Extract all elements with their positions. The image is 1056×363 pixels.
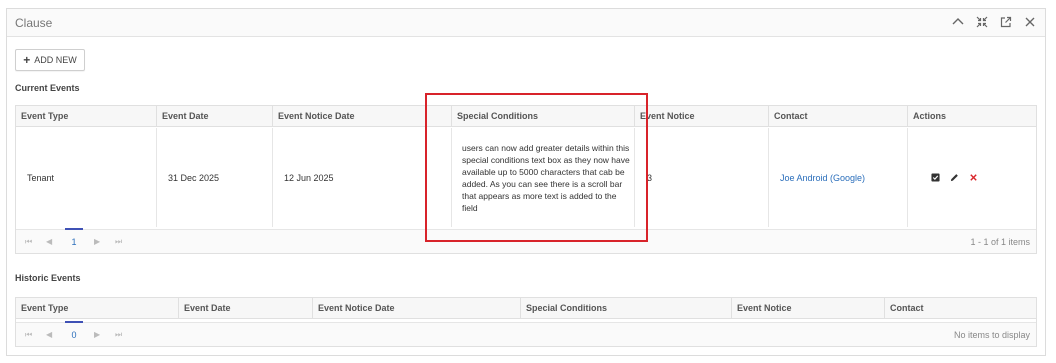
collapse-arrows-icon[interactable] bbox=[975, 15, 989, 29]
add-new-label: ADD NEW bbox=[34, 55, 77, 65]
page-number[interactable]: 0 bbox=[66, 323, 82, 347]
col-actions: Actions bbox=[907, 106, 1037, 127]
col-event-date[interactable]: Event Date bbox=[156, 106, 272, 127]
current-events-title: Current Events bbox=[15, 83, 80, 93]
open-external-icon[interactable] bbox=[999, 15, 1013, 29]
plus-icon: + bbox=[23, 53, 31, 67]
close-icon[interactable] bbox=[1023, 15, 1037, 29]
cell-actions bbox=[907, 128, 1037, 227]
col-event-notice-date[interactable]: Event Notice Date bbox=[272, 106, 439, 127]
special-conditions-text: users can now add greater details within… bbox=[462, 142, 630, 213]
pager-info: 1 - 1 of 1 items bbox=[970, 237, 1030, 247]
add-new-button[interactable]: + ADD NEW bbox=[15, 49, 85, 71]
clause-panel: Clause + ADD NEW Current Events Event Ty… bbox=[6, 8, 1046, 356]
col-special-conditions[interactable]: Special Conditions bbox=[520, 298, 731, 319]
panel-header-icons bbox=[951, 15, 1037, 29]
col-event-notice[interactable]: Event Notice bbox=[634, 106, 768, 127]
pencil-icon[interactable] bbox=[950, 173, 960, 183]
cell-special-conditions[interactable]: users can now add greater details within… bbox=[451, 128, 634, 227]
cell-event-notice-date: 12 Jun 2025 bbox=[272, 128, 451, 227]
current-events-pager: ⏮ ◀ 1 ▶ ⏭ 1 - 1 of 1 items bbox=[16, 228, 1036, 254]
first-page-icon[interactable]: ⏮ bbox=[25, 323, 32, 347]
current-events-header: Event Type Event Date Event Notice Date … bbox=[16, 106, 1036, 127]
prev-page-icon[interactable]: ◀ bbox=[46, 323, 52, 347]
cell-contact-link[interactable]: Joe Android (Google) bbox=[768, 128, 907, 227]
last-page-icon[interactable]: ⏭ bbox=[115, 323, 122, 347]
col-contact[interactable]: Contact bbox=[884, 298, 1037, 319]
page-indicator bbox=[65, 321, 83, 323]
col-event-notice[interactable]: Event Notice bbox=[731, 298, 884, 319]
cell-event-date: 31 Dec 2025 bbox=[156, 128, 272, 227]
page-number[interactable]: 1 bbox=[66, 230, 82, 254]
historic-events-header: Event Type Event Date Event Notice Date … bbox=[16, 298, 1036, 319]
prev-page-icon[interactable]: ◀ bbox=[46, 230, 52, 254]
col-contact[interactable]: Contact bbox=[768, 106, 907, 127]
col-event-type[interactable]: Event Type bbox=[16, 106, 156, 127]
chevron-up-icon[interactable] bbox=[951, 15, 965, 29]
next-page-icon[interactable]: ▶ bbox=[94, 230, 100, 254]
first-page-icon[interactable]: ⏮ bbox=[25, 230, 32, 254]
pager-info: No items to display bbox=[953, 330, 1030, 340]
table-row[interactable]: Tenant 31 Dec 2025 12 Jun 2025 users can… bbox=[16, 128, 1036, 227]
cell-event-type: Tenant bbox=[27, 172, 55, 183]
historic-events-pager: ⏮ ◀ 0 ▶ ⏭ No items to display bbox=[16, 321, 1036, 347]
last-page-icon[interactable]: ⏭ bbox=[115, 230, 122, 254]
historic-events-grid: Event Type Event Date Event Notice Date … bbox=[15, 297, 1037, 347]
col-event-notice-date[interactable]: Event Notice Date bbox=[312, 298, 520, 319]
checkbox-icon[interactable] bbox=[931, 172, 941, 183]
panel-header: Clause bbox=[7, 9, 1045, 37]
col-event-type[interactable]: Event Type bbox=[16, 298, 178, 319]
panel-title: Clause bbox=[15, 16, 53, 30]
page-indicator bbox=[65, 228, 83, 230]
cell-event-notice: 3 bbox=[634, 128, 768, 227]
delete-x-icon[interactable] bbox=[969, 173, 979, 183]
next-page-icon[interactable]: ▶ bbox=[94, 323, 100, 347]
col-event-date[interactable]: Event Date bbox=[178, 298, 312, 319]
historic-events-title: Historic Events bbox=[15, 273, 81, 283]
col-special-conditions[interactable]: Special Conditions bbox=[451, 106, 634, 127]
current-events-grid: Event Type Event Date Event Notice Date … bbox=[15, 105, 1037, 254]
